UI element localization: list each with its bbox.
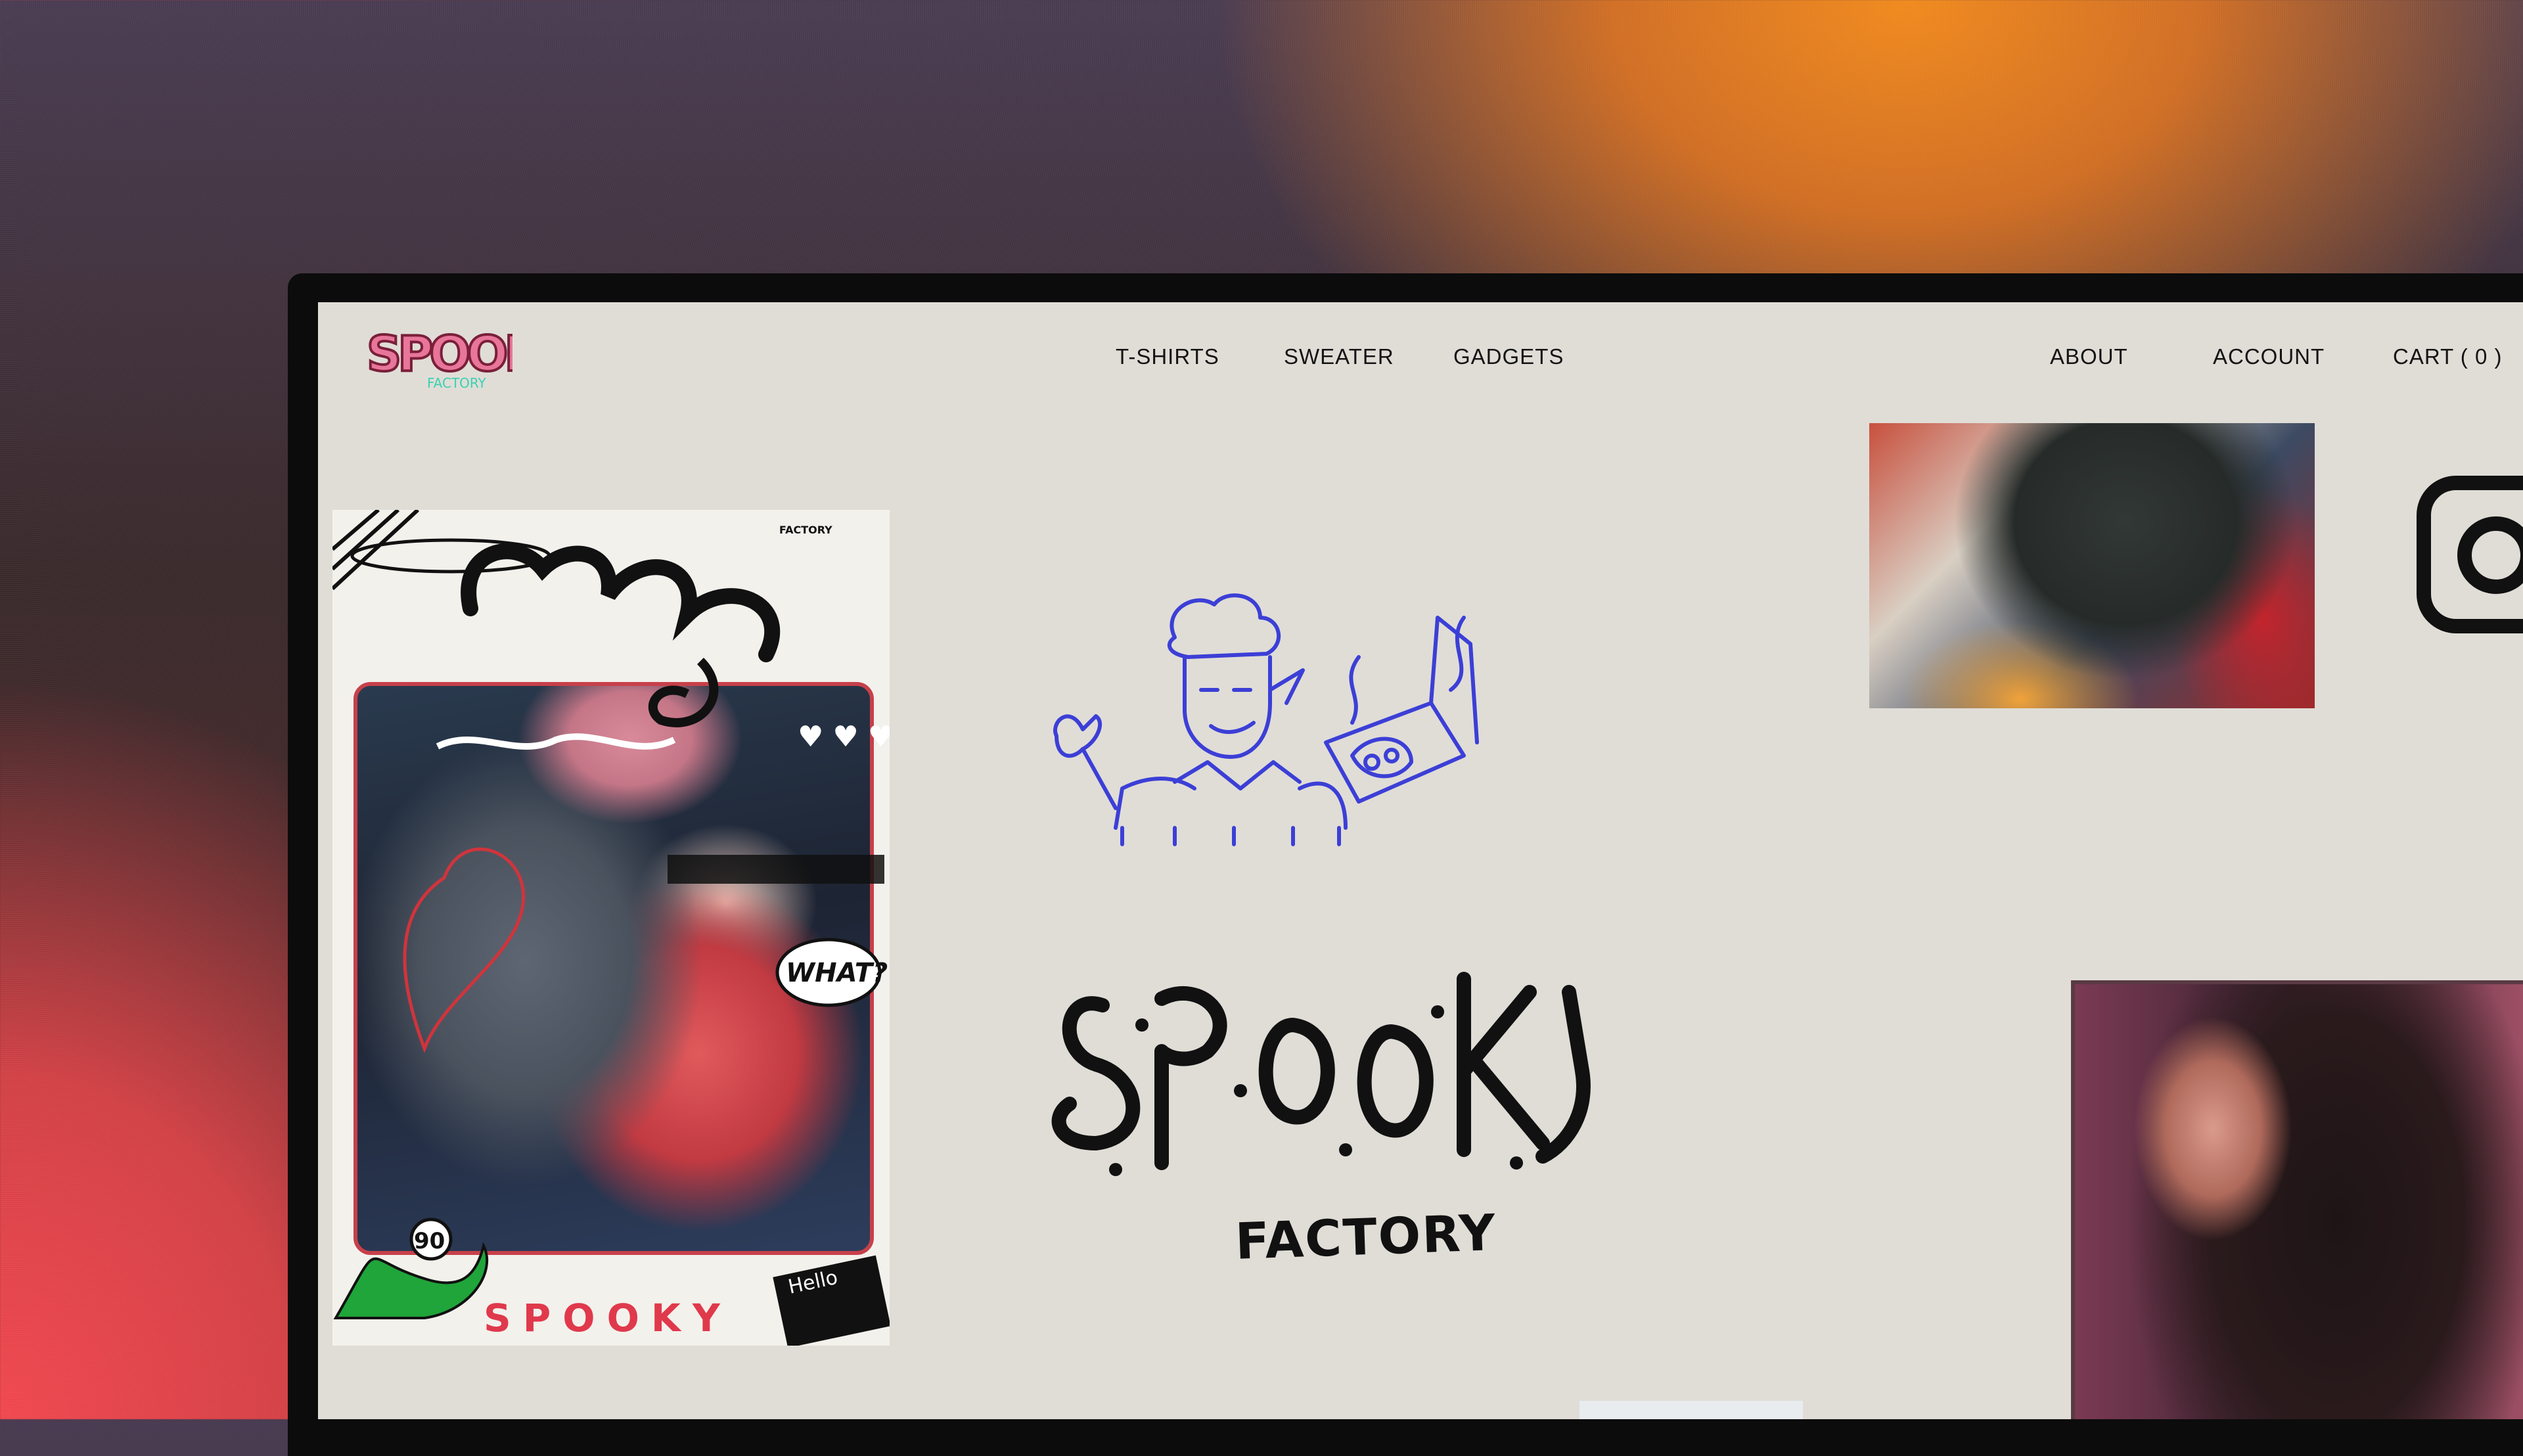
poster-factory-tag: FACTORY bbox=[779, 524, 832, 536]
chef-pizza-illustration bbox=[1053, 593, 1479, 846]
nav-account[interactable]: ACCOUNT bbox=[2213, 344, 2325, 369]
brand-logo[interactable]: SPOOKY FACTORY bbox=[361, 319, 512, 392]
nav-cart[interactable]: CART ( 0 ) bbox=[2393, 344, 2502, 369]
badge-90: 90 bbox=[414, 1228, 445, 1254]
svg-text:♥ ♥ ♥: ♥ ♥ ♥ bbox=[798, 720, 890, 754]
sticker-what: WHAT? bbox=[786, 958, 888, 988]
instagram-icon[interactable] bbox=[2417, 476, 2523, 633]
nav-about[interactable]: ABOUT bbox=[2050, 344, 2128, 369]
nav-gadgets[interactable]: GADGETS bbox=[1453, 344, 1564, 369]
hero-poster-card[interactable]: ♥ ♥ ♥ WHAT? 90 SPOOKY Hello FACTORY bbox=[332, 510, 890, 1346]
brand-logo-text: SPOOKY bbox=[367, 326, 512, 382]
poster-graffiti-overlay: ♥ ♥ ♥ WHAT? 90 SPOOKY Hello FACTORY bbox=[332, 510, 890, 1346]
brand-logo-sub: FACTORY bbox=[427, 375, 487, 391]
nav-tshirts[interactable]: T-SHIRTS bbox=[1116, 344, 1219, 369]
photo-tile-tshirt[interactable] bbox=[1869, 423, 2315, 708]
photo-tile-woman[interactable] bbox=[2071, 980, 2523, 1419]
nav-sweater[interactable]: SWEATER bbox=[1284, 344, 1394, 369]
bottom-panel-edge bbox=[1580, 1401, 1803, 1419]
poster-spooky-word: SPOOKY bbox=[484, 1296, 732, 1340]
website-viewport: SPOOKY FACTORY T-SHIRTS SWEATER GADGETS … bbox=[318, 302, 2523, 1419]
factory-wordmark: FACTORY bbox=[1234, 1203, 1498, 1271]
